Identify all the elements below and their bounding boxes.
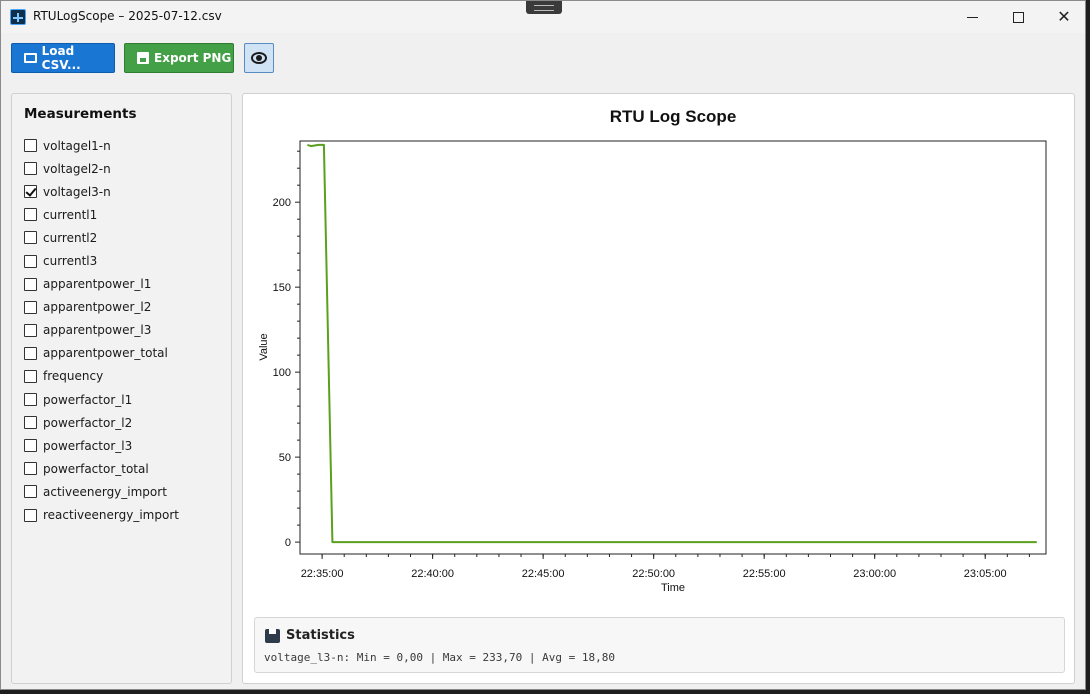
measurement-item[interactable]: activeenergy_import <box>24 480 179 503</box>
measurement-label: voltagel3-n <box>43 184 111 199</box>
measurement-label: powerfactor_l1 <box>43 392 133 407</box>
measurement-item[interactable]: voltagel3-n <box>24 180 179 203</box>
measurement-label: apparentpower_l3 <box>43 323 152 338</box>
measurement-item[interactable]: currentl2 <box>24 226 179 249</box>
measurement-item[interactable]: powerfactor_l1 <box>24 388 179 411</box>
x-tick-label: 23:00:00 <box>853 568 896 580</box>
measurement-item[interactable]: reactiveenergy_import <box>24 504 179 527</box>
y-tick-label: 150 <box>273 282 291 294</box>
statistics-box: Statistics voltage_l3-n: Min = 0,00 | Ma… <box>254 617 1065 673</box>
measurement-item[interactable]: voltagel2-n <box>24 157 179 180</box>
measurement-label: powerfactor_l2 <box>43 415 133 430</box>
measurement-label: voltagel2-n <box>43 161 111 176</box>
line-chart[interactable]: RTU Log Scope 0 50 100 150 200 22:35:00 22:40:0… <box>243 94 1076 614</box>
measurement-label: currentl3 <box>43 254 98 269</box>
measurement-item[interactable]: powerfactor_l3 <box>24 434 179 457</box>
measurement-item[interactable]: voltagel1-n <box>24 134 179 157</box>
snap-handle-icon[interactable] <box>526 1 562 14</box>
y-tick-label: 0 <box>285 537 291 549</box>
measurement-checkbox[interactable] <box>24 439 37 453</box>
eye-icon <box>251 52 267 64</box>
measurement-label: apparentpower_l2 <box>43 300 152 315</box>
measurement-checkbox[interactable] <box>24 254 37 268</box>
measurement-item[interactable]: powerfactor_l2 <box>24 411 179 434</box>
measurements-panel: Measurements voltagel1-n voltagel2-n volta… <box>11 93 232 684</box>
measurement-label: currentl1 <box>43 207 98 222</box>
measurement-label: voltagel1-n <box>43 138 111 153</box>
measurement-item[interactable]: powerfactor_total <box>24 457 179 480</box>
measurement-label: currentl2 <box>43 230 98 245</box>
measurements-title: Measurements <box>24 106 137 122</box>
app-icon <box>10 9 26 25</box>
window-title: RTULogScope – 2025-07-12.csv <box>33 9 222 23</box>
x-tick-label: 22:35:00 <box>301 568 344 580</box>
statistics-icon <box>265 629 280 643</box>
statistics-title: Statistics <box>286 628 355 643</box>
measurement-checkbox[interactable] <box>24 369 37 383</box>
y-tick-label: 200 <box>273 197 291 209</box>
measurement-checkbox[interactable] <box>24 139 37 153</box>
close-icon: ✕ <box>1057 7 1071 26</box>
toggle-view-button[interactable] <box>244 43 274 73</box>
y-tick-label: 50 <box>279 452 291 464</box>
app-window: RTULogScope – 2025-07-12.csv ✕ Load CSV.… <box>0 0 1086 690</box>
plot-area <box>299 140 1047 555</box>
measurement-label: powerfactor_total <box>43 461 149 476</box>
export-png-label: Export PNG <box>154 51 232 65</box>
measurement-checkbox[interactable] <box>24 300 37 314</box>
y-axis-label: Value <box>258 333 270 360</box>
folder-open-icon <box>24 53 37 63</box>
load-csv-button[interactable]: Load CSV... <box>11 43 115 73</box>
minimize-button[interactable] <box>949 1 995 33</box>
measurement-checkbox[interactable] <box>24 323 37 337</box>
chart-panel: RTU Log Scope 0 50 100 150 200 22:35:00 22:40:0… <box>242 93 1075 684</box>
x-axis-label: Time <box>661 582 685 594</box>
measurement-label: powerfactor_l3 <box>43 438 133 453</box>
maximize-icon <box>1012 11 1024 23</box>
statistics-summary: voltage_l3-n: Min = 0,00 | Max = 233,70 … <box>264 651 615 664</box>
measurement-checkbox[interactable] <box>24 185 37 199</box>
x-tick-label: 22:55:00 <box>743 568 786 580</box>
toolbar: Load CSV... Export PNG <box>1 33 1085 85</box>
load-csv-label: Load CSV... <box>41 44 81 72</box>
y-tick-label: 100 <box>273 367 291 379</box>
measurement-checkbox[interactable] <box>24 462 37 476</box>
measurement-label: apparentpower_total <box>43 346 168 361</box>
measurement-item[interactable]: apparentpower_total <box>24 342 179 365</box>
measurement-item[interactable]: apparentpower_l1 <box>24 273 179 296</box>
measurement-item[interactable]: frequency <box>24 365 179 388</box>
x-tick-label: 22:45:00 <box>522 568 565 580</box>
maximize-button[interactable] <box>995 1 1041 33</box>
measurement-item[interactable]: currentl3 <box>24 249 179 272</box>
measurements-list: voltagel1-n voltagel2-n voltagel3-n current… <box>24 134 179 527</box>
measurement-label: reactiveenergy_import <box>43 508 179 523</box>
measurement-label: activeenergy_import <box>43 484 167 499</box>
measurement-checkbox[interactable] <box>24 231 37 245</box>
title-bar[interactable]: RTULogScope – 2025-07-12.csv ✕ <box>1 1 1085 33</box>
minimize-icon <box>966 16 978 18</box>
export-png-button[interactable]: Export PNG <box>124 43 234 73</box>
measurement-checkbox[interactable] <box>24 208 37 222</box>
measurement-label: apparentpower_l1 <box>43 277 152 292</box>
measurement-item[interactable]: apparentpower_l2 <box>24 296 179 319</box>
measurement-checkbox[interactable] <box>24 162 37 176</box>
close-button[interactable]: ✕ <box>1041 1 1085 33</box>
measurement-item[interactable]: currentl1 <box>24 203 179 226</box>
measurement-item[interactable]: apparentpower_l3 <box>24 319 179 342</box>
measurement-checkbox[interactable] <box>24 346 37 360</box>
measurement-checkbox[interactable] <box>24 485 37 499</box>
x-tick-label: 22:40:00 <box>411 568 454 580</box>
measurement-checkbox[interactable] <box>24 393 37 407</box>
x-tick-label: 23:05:00 <box>964 568 1007 580</box>
measurement-label: frequency <box>43 369 104 384</box>
save-icon <box>137 52 149 64</box>
chart-title: RTU Log Scope <box>610 107 737 126</box>
measurement-checkbox[interactable] <box>24 416 37 430</box>
measurement-checkbox[interactable] <box>24 508 37 522</box>
x-tick-label: 22:50:00 <box>632 568 675 580</box>
measurement-checkbox[interactable] <box>24 277 37 291</box>
